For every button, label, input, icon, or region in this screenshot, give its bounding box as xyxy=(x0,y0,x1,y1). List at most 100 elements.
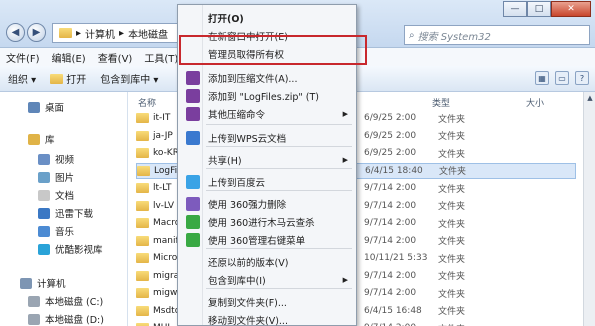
minimize-button[interactable]: — xyxy=(503,1,527,17)
sidebar-item[interactable]: 文档 xyxy=(38,188,74,202)
sidebar-item[interactable]: 优酷影视库 xyxy=(38,242,103,256)
winrar-icon xyxy=(186,89,200,103)
column-name[interactable]: 名称 xyxy=(138,96,156,109)
sidebar-item-label: 音乐 xyxy=(55,227,75,238)
sidebar-item[interactable]: 视频 xyxy=(38,152,74,166)
context-menu-item[interactable]: 打开(O) xyxy=(180,9,354,27)
navigation-pane: 桌面库视频图片文档迅雷下载音乐优酷影视库计算机本地磁盘 (C:) 本地磁盘 (D:… xyxy=(0,92,128,326)
include-in-library-button[interactable]: 包含到库中 ▾ xyxy=(100,71,158,86)
folder-icon xyxy=(136,218,149,228)
vertical-scrollbar[interactable]: ▲ xyxy=(583,92,595,326)
menu-file[interactable]: 文件(F) xyxy=(6,50,40,65)
folder-icon xyxy=(136,235,149,246)
sidebar-item[interactable]: 迅雷下载 xyxy=(38,206,93,220)
include-label: 包含到库中 ▾ xyxy=(100,75,159,86)
file-name-cell: LogFil xyxy=(137,165,180,176)
sidebar-item[interactable]: 图片 xyxy=(38,170,74,184)
video-icon xyxy=(38,153,50,165)
library-icon xyxy=(28,133,40,145)
folder-icon xyxy=(136,130,149,141)
file-name-cell: manif xyxy=(136,235,179,246)
context-menu-item[interactable]: 复制到文件夹(F)... xyxy=(180,293,354,311)
file-name: lv-LV xyxy=(153,200,175,211)
document-icon xyxy=(38,189,50,201)
open-button[interactable]: 打开 xyxy=(50,71,86,86)
folder-icon xyxy=(59,28,72,38)
file-date: 9/7/14 2:00 xyxy=(364,270,417,281)
drive-icon xyxy=(28,313,40,325)
file-date: 6/9/25 2:00 xyxy=(364,148,417,158)
folder-icon xyxy=(50,73,64,84)
context-menu-label: 复制到文件夹(F)... xyxy=(208,298,287,309)
file-type: 文件夹 xyxy=(438,289,466,300)
context-menu-item[interactable]: 使用 360管理右键菜单 xyxy=(180,231,354,249)
menu-separator xyxy=(206,124,352,125)
menu-view[interactable]: 查看(V) xyxy=(98,50,133,65)
sidebar-item-label: 库 xyxy=(45,135,55,146)
context-menu-item[interactable]: 添加到 "LogFiles.zip" (T) xyxy=(180,87,354,105)
breadcrumb-computer[interactable]: 计算机 xyxy=(85,26,115,41)
folder-icon xyxy=(136,113,149,123)
desktop-icon xyxy=(28,101,40,113)
file-name-cell: lv-LV xyxy=(136,200,175,211)
breadcrumb-local-disk[interactable]: 本地磁盘 xyxy=(128,26,168,41)
file-type: 文件夹 xyxy=(438,114,466,125)
sidebar-item[interactable]: 库 xyxy=(28,132,55,146)
folder-icon xyxy=(136,288,149,298)
breadcrumb-sep: ▸ xyxy=(76,27,82,39)
context-menu-item[interactable]: 使用 360强力删除 xyxy=(180,195,354,213)
column-type[interactable]: 类型 xyxy=(432,96,450,109)
context-menu-item[interactable]: 上传到百度云 xyxy=(180,173,354,191)
context-menu-item[interactable]: 包含到库中(I) ▶ xyxy=(180,271,354,289)
sidebar-item[interactable]: 本地磁盘 (D:) xyxy=(28,312,104,326)
search-input[interactable]: ⌕ 搜索 System32 xyxy=(404,25,590,45)
file-name-cell: ja-JP xyxy=(136,130,173,141)
sidebar-item-label: 文档 xyxy=(55,191,75,202)
file-type: 文件夹 xyxy=(438,307,466,317)
context-menu-label: 使用 360进行木马云查杀 xyxy=(208,218,315,229)
preview-pane-icon[interactable]: ▭ xyxy=(555,71,569,85)
organize-button[interactable]: 组织 ▾ xyxy=(8,71,36,86)
360-icon xyxy=(186,215,200,229)
context-menu-item[interactable]: 上传到WPS云文档 xyxy=(180,129,354,147)
file-type: 文件夹 xyxy=(438,149,466,160)
file-date: 9/7/14 2:00 xyxy=(364,218,417,228)
submenu-arrow-icon: ▶ xyxy=(342,276,348,284)
forward-button[interactable]: ▶ xyxy=(27,23,46,42)
scroll-up-icon[interactable]: ▲ xyxy=(584,92,595,104)
sidebar-item[interactable]: 桌面 xyxy=(28,100,64,114)
view-options-icon[interactable]: ▦ xyxy=(535,71,549,85)
file-date: 6/4/15 18:40 xyxy=(365,165,423,176)
context-menu-item[interactable]: 添加到压缩文件(A)... xyxy=(180,69,354,87)
file-name-cell: lt-LT xyxy=(136,183,172,193)
file-date: 6/9/25 2:00 xyxy=(364,130,417,141)
sidebar-item-label: 迅雷下载 xyxy=(55,209,94,220)
winrar-icon xyxy=(186,71,200,85)
folder-icon xyxy=(136,148,149,158)
breadcrumb-sep: ▸ xyxy=(119,27,125,39)
context-menu-label: 添加到 "LogFiles.zip" (T) xyxy=(208,92,319,103)
back-button[interactable]: ◀ xyxy=(6,23,25,42)
context-menu-item[interactable]: 还原以前的版本(V) xyxy=(180,253,354,271)
sidebar-item[interactable]: 计算机 xyxy=(20,276,66,290)
file-name-cell: migwi xyxy=(136,288,180,298)
context-menu-item[interactable]: 其他压缩命令 ▶ xyxy=(180,105,354,123)
submenu-arrow-icon: ▶ xyxy=(342,110,348,118)
folder-icon xyxy=(136,270,149,281)
context-menu-item[interactable]: 使用 360进行木马云查杀 xyxy=(180,213,354,231)
help-icon[interactable]: ? xyxy=(575,71,589,85)
sidebar-item[interactable]: 本地磁盘 (C:) xyxy=(28,294,103,308)
winrar-icon xyxy=(186,107,200,121)
maximize-button[interactable]: □ xyxy=(527,1,551,17)
context-menu-item[interactable]: 移动到文件夹(V)... xyxy=(180,311,354,326)
close-button[interactable]: ✕ xyxy=(551,1,591,17)
file-type: 文件夹 xyxy=(438,132,466,142)
context-menu-item[interactable]: 共享(H) ▶ xyxy=(180,151,354,169)
column-size[interactable]: 大小 xyxy=(526,96,544,109)
file-date: 10/11/21 5:33 xyxy=(364,253,428,263)
organize-label: 组织 ▾ xyxy=(8,75,37,86)
sidebar-item[interactable]: 音乐 xyxy=(38,224,74,238)
wps-cloud-icon xyxy=(186,131,200,145)
menu-edit[interactable]: 编辑(E) xyxy=(52,50,86,65)
menu-tools[interactable]: 工具(T) xyxy=(144,50,178,65)
